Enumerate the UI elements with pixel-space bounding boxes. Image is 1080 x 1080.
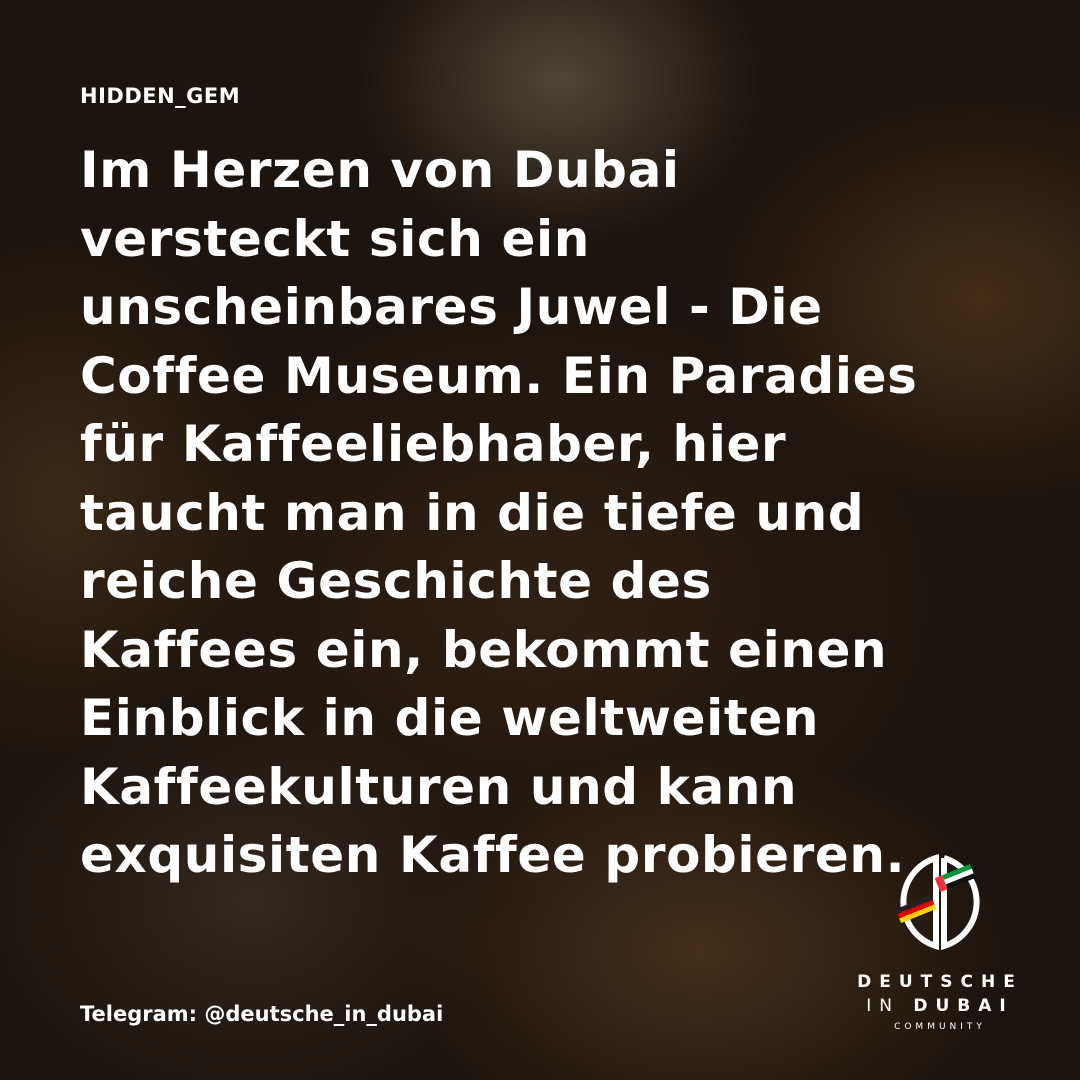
logo-text-dubai: DUBAI [913,996,1014,1016]
headline-line: versteckt sich ein [80,209,590,268]
headline-line: unscheinbares Juwel - Die [80,278,823,336]
headline-line: taucht man in die tiefe und [80,483,865,542]
headline-line: Kaffeekulturen und kann [80,757,798,816]
logo-text-deutsche: DEUTSCHE [857,972,1023,992]
telegram-handle: Telegram: @deutsche_in_dubai [80,1002,444,1026]
logo-emblem-icon [895,853,980,951]
logo-text-community: COMMUNITY [894,1022,986,1032]
category-tag: HIDDEN_GEM [80,84,241,108]
headline: Im Herzen von Dubai versteckt sich ein u… [80,136,917,890]
headline-line: Einblick in die weltweiten [80,689,820,747]
community-logo: DEUTSCHE IN DUBAI COMMUNITY [840,850,1040,1032]
headline-line: Im Herzen von Dubai [80,141,680,199]
headline-line: Coffee Museum. Ein Paradies [80,346,918,405]
logo-text-in-dubai: IN DUBAI [840,996,1040,1016]
headline-line: für Kaffeeliebhaber, hier [80,415,787,473]
logo-text-in: IN [866,996,900,1016]
headline-line: reiche Geschichte des [80,552,712,610]
headline-line: Kaffees ein, bekommt einen [80,620,888,679]
headline-line: exquisiten Kaffee probieren. [80,826,906,884]
